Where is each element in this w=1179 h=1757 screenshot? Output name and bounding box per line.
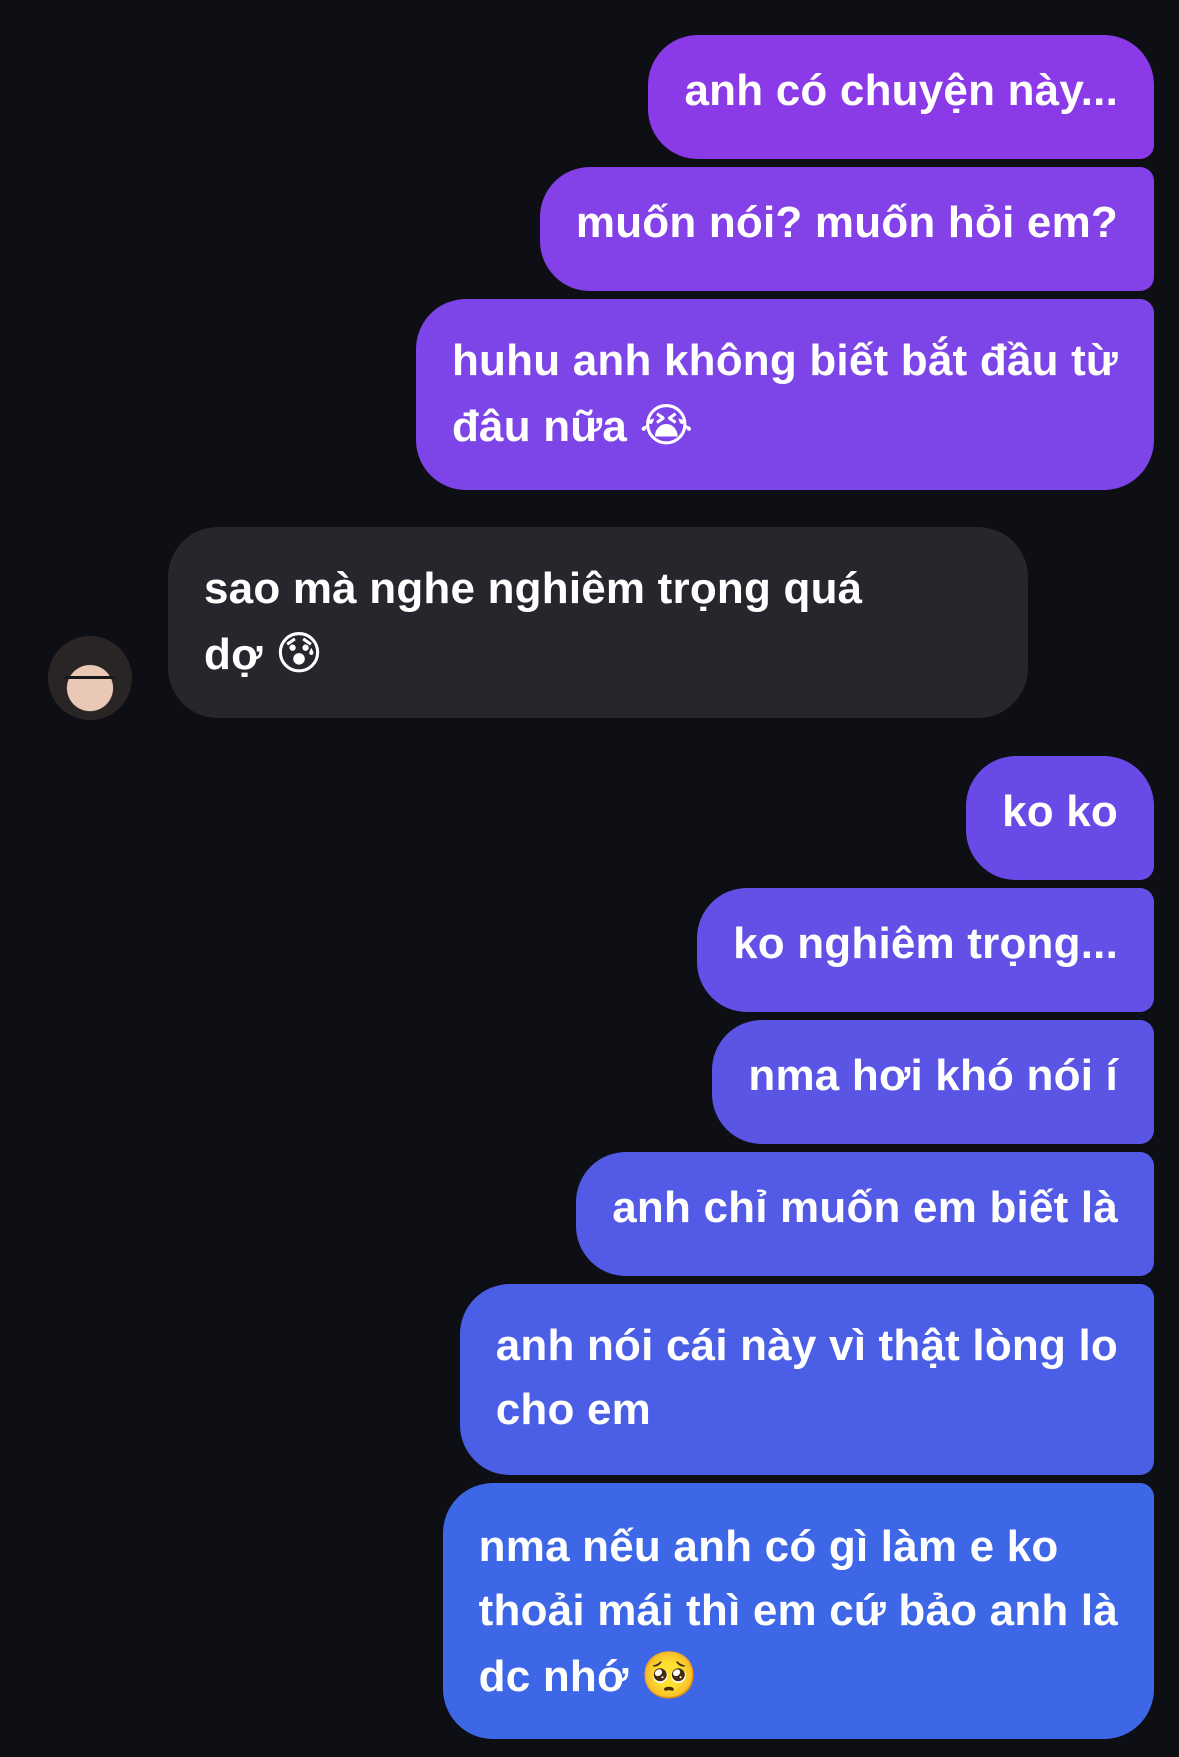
message-thread: anh có chuyện này... muốn nói? muốn hỏi …: [0, 0, 1179, 1757]
outgoing-message[interactable]: muốn nói? muốn hỏi em?: [539, 167, 1154, 291]
message-text: anh có chuyện này...: [684, 66, 1118, 115]
message-line: đâu nữa: [451, 402, 628, 451]
message-text: muốn nói? muốn hỏi em?: [575, 198, 1118, 247]
outgoing-message[interactable]: nma hơi khó nói í: [712, 1020, 1154, 1144]
avatar[interactable]: [48, 636, 132, 720]
outgoing-message[interactable]: ko nghiêm trọng...: [697, 888, 1154, 1012]
outgoing-message[interactable]: anh chỉ muốn em biết là: [576, 1152, 1154, 1276]
message-line: cho em: [495, 1385, 651, 1434]
message-text: ko nghiêm trọng...: [733, 919, 1118, 968]
message-text: nma hơi khó nói í: [748, 1051, 1118, 1100]
outgoing-message[interactable]: anh nói cái này vì thật lòng lo cho em: [459, 1284, 1154, 1475]
loudly-crying-face-icon: 😭: [639, 398, 694, 452]
message-line: thoải mái thì em cứ bảo anh là: [478, 1586, 1118, 1635]
outgoing-message[interactable]: ko ko: [966, 756, 1154, 880]
message-line: anh nói cái này vì thật lòng lo: [495, 1321, 1118, 1370]
message-line: sao mà nghe nghiêm trọng quá: [204, 564, 863, 613]
pleading-face-icon: 🥺: [640, 1648, 699, 1702]
message-line: dc nhớ: [478, 1652, 629, 1701]
avatar-glasses-icon: [63, 676, 117, 691]
outgoing-message[interactable]: huhu anh không biết bắt đầu từ đâu nữa 😭: [415, 299, 1154, 490]
message-text: anh chỉ muốn em biết là: [612, 1183, 1118, 1232]
message-line: huhu anh không biết bắt đầu từ: [451, 336, 1118, 385]
message-line: dợ: [204, 630, 263, 679]
anxious-face-with-sweat-icon: 😰: [275, 626, 324, 680]
message-line: nma nếu anh có gì làm e ko: [478, 1522, 1059, 1571]
outgoing-message[interactable]: anh có chuyện này...: [648, 35, 1154, 159]
message-text: ko ko: [1002, 787, 1118, 836]
incoming-message[interactable]: sao mà nghe nghiêm trọng quá dợ 😰: [168, 527, 1028, 718]
outgoing-message[interactable]: nma nếu anh có gì làm e ko thoải mái thì…: [442, 1483, 1154, 1739]
